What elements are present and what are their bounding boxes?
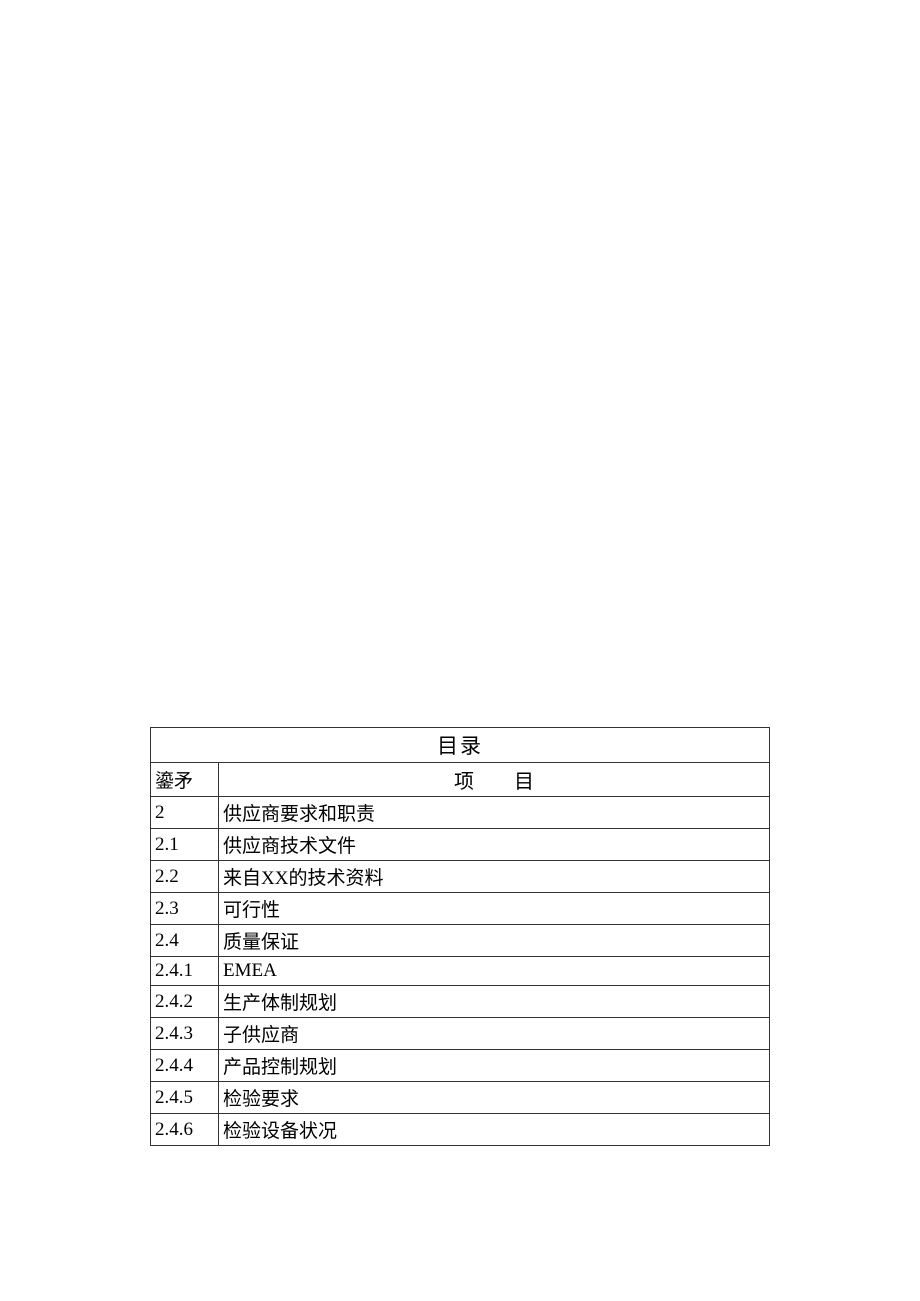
table-row: 2.4.5 检验要求 [151,1082,770,1114]
row-num: 2.4.5 [151,1082,219,1114]
row-num: 2.4.4 [151,1050,219,1082]
table-row: 2.4.2 生产体制规划 [151,986,770,1018]
row-item: 供应商技术文件 [219,829,770,861]
toc-table-container: 目录 鎏矛 项 目 2 供应商要求和职责 2.1 供应商技术文件 2.2 来自X… [150,727,770,1146]
row-item: 检验要求 [219,1082,770,1114]
table-row: 2.1 供应商技术文件 [151,829,770,861]
header-col1: 鎏矛 [151,763,219,797]
table-row: 2 供应商要求和职责 [151,797,770,829]
header-col2: 项 目 [219,763,770,797]
table-row: 2.4 质量保证 [151,925,770,957]
row-item: 生产体制规划 [219,986,770,1018]
table-row: 2.2 来自XX的技术资料 [151,861,770,893]
table-row: 2.4.4 产品控制规划 [151,1050,770,1082]
table-title-row: 目录 [151,728,770,763]
row-item: 质量保证 [219,925,770,957]
row-num: 2.3 [151,893,219,925]
row-num: 2.4.1 [151,957,219,986]
toc-table: 目录 鎏矛 项 目 2 供应商要求和职责 2.1 供应商技术文件 2.2 来自X… [150,727,770,1146]
row-num: 2.2 [151,861,219,893]
table-row: 2.4.6 检验设备状况 [151,1114,770,1146]
table-row: 2.4.3 子供应商 [151,1018,770,1050]
row-num: 2.4.6 [151,1114,219,1146]
row-item: 可行性 [219,893,770,925]
table-header-row: 鎏矛 项 目 [151,763,770,797]
row-num: 2.1 [151,829,219,861]
row-num: 2.4.2 [151,986,219,1018]
row-item: 产品控制规划 [219,1050,770,1082]
table-row: 2.3 可行性 [151,893,770,925]
row-num: 2.4.3 [151,1018,219,1050]
row-num: 2 [151,797,219,829]
row-item: 检验设备状况 [219,1114,770,1146]
row-num: 2.4 [151,925,219,957]
table-title: 目录 [151,728,770,763]
table-row: 2.4.1 EMEA [151,957,770,986]
row-item: 供应商要求和职责 [219,797,770,829]
row-item: 来自XX的技术资料 [219,861,770,893]
row-item: 子供应商 [219,1018,770,1050]
row-item: EMEA [219,957,770,986]
